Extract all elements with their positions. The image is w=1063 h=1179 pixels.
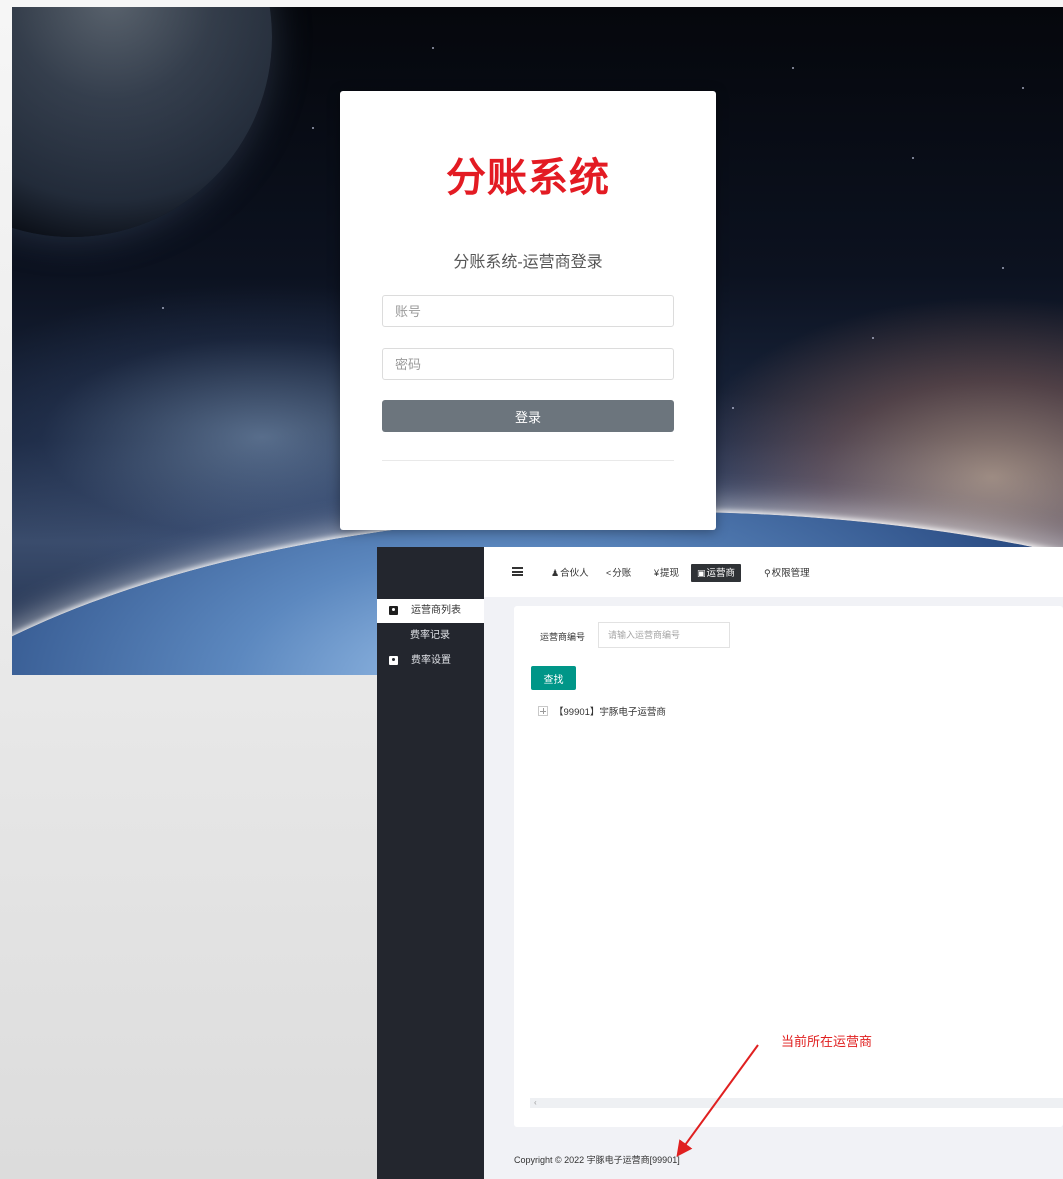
login-card: 分账系统 分账系统-运营商登录 登录 [340, 91, 716, 530]
find-button[interactable]: 查找 [531, 666, 576, 690]
top-nav: ♟合伙人 <分账 ¥提现 ▣运营商 ⚲权限管理 [484, 547, 1063, 597]
account-input[interactable] [382, 295, 674, 327]
user-card-icon [389, 606, 398, 615]
nav-permissions[interactable]: ⚲权限管理 [762, 564, 812, 582]
sidebar: 运营商列表 费率记录 费率设置 [377, 547, 484, 1179]
hamburger-menu-icon[interactable] [512, 567, 523, 576]
key-icon: ⚲ [764, 568, 771, 578]
nav-label: 合伙人 [560, 568, 589, 579]
login-subtitle: 分账系统-运营商登录 [453, 254, 603, 271]
nav-split[interactable]: <分账 [604, 564, 633, 582]
sidebar-item-rate-records[interactable]: 费率记录 [377, 624, 484, 648]
operator-id-label: 运营商编号 [540, 632, 586, 642]
user-card-icon: ▣ [697, 568, 706, 578]
operator-id-input[interactable] [598, 622, 730, 648]
divider [382, 460, 674, 461]
user-card-icon [389, 656, 398, 665]
nav-partner[interactable]: ♟合伙人 [549, 564, 591, 582]
nav-withdraw[interactable]: ¥提现 [652, 564, 681, 582]
tree-node[interactable]: 【99901】宇豚电子运营商 [538, 705, 666, 719]
sidebar-item-operator-list[interactable]: 运营商列表 [377, 599, 484, 623]
nav-operator[interactable]: ▣运营商 [691, 564, 742, 582]
login-button[interactable]: 登录 [382, 400, 674, 432]
sidebar-item-label: 费率记录 [410, 630, 450, 641]
scroll-left-icon[interactable]: ‹ [534, 1098, 537, 1108]
nav-label: 提现 [660, 568, 680, 579]
admin-panel: 运营商列表 费率记录 费率设置 ♟合伙人 <分账 ¥提现 ▣运营商 ⚲权限管理 … [377, 547, 1063, 1179]
nav-label: 分账 [612, 568, 632, 579]
sidebar-item-label: 运营商列表 [411, 605, 461, 616]
person-icon: ♟ [551, 568, 560, 578]
share-icon: < [606, 568, 612, 578]
footer-copyright: Copyright © 2022 宇豚电子运营商[99901] [514, 1155, 680, 1165]
annotation-label: 当前所在运营商 [781, 1034, 873, 1049]
planet-image [12, 7, 272, 237]
sidebar-item-rate-settings[interactable]: 费率设置 [377, 649, 484, 673]
password-input[interactable] [382, 348, 674, 380]
expand-icon[interactable] [538, 706, 548, 716]
horizontal-scrollbar[interactable]: ‹ [530, 1098, 1063, 1108]
login-logo: 分账系统 [446, 154, 610, 201]
sidebar-item-label: 费率设置 [411, 655, 451, 666]
yen-icon: ¥ [654, 568, 660, 578]
nav-label: 权限管理 [771, 568, 810, 579]
nav-label: 运营商 [706, 568, 736, 579]
tree-node-label: 【99901】宇豚电子运营商 [554, 707, 666, 718]
